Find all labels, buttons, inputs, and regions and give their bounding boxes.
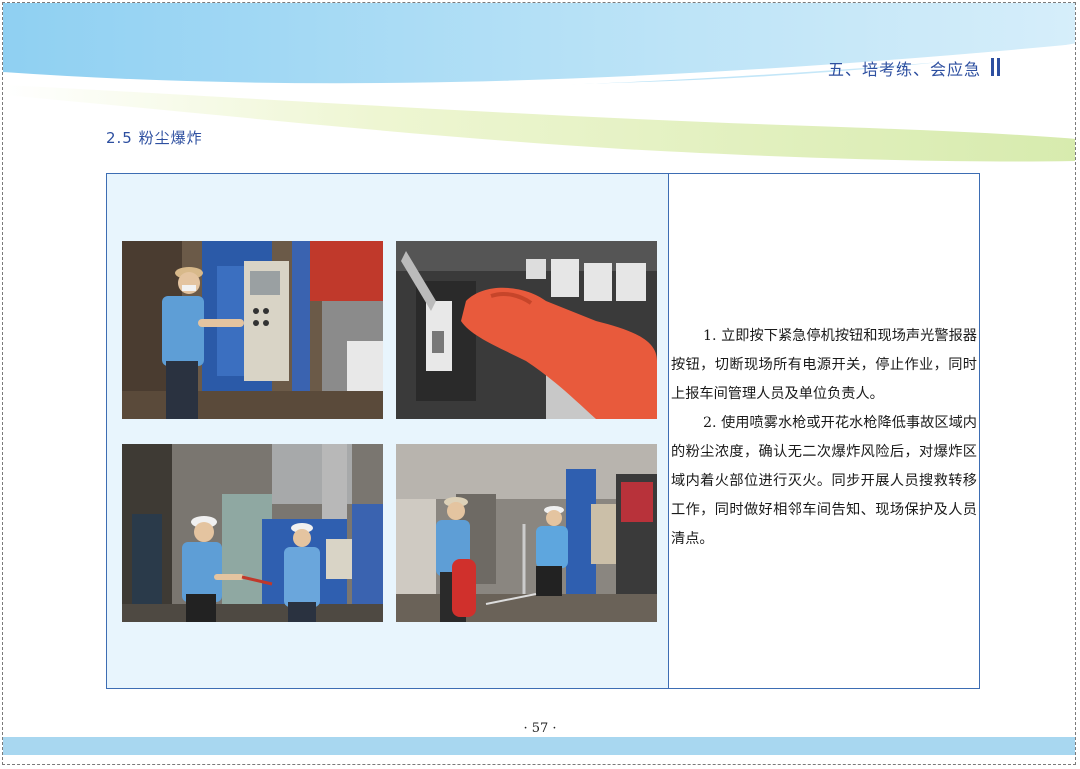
text-pane: 1. 立即按下紧急停机按钮和现场声光警报器按钮，切断现场所有电源开关，停止作业，… xyxy=(669,174,979,688)
step-item: 2. 使用喷雾水枪或开花水枪降低事故区域内的粉尘浓度，确认无二次爆炸风险后，对爆… xyxy=(671,415,977,547)
procedure-steps: 1. 立即按下紧急停机按钮和现场声光警报器按钮，切断现场所有电源开关，停止作业，… xyxy=(671,322,977,554)
page-number: · 57 · xyxy=(523,721,557,736)
photo-emergency-stop xyxy=(122,241,383,419)
footer-band xyxy=(3,737,1075,755)
photo-pane xyxy=(107,174,669,688)
section-title: 2.5 粉尘爆炸 xyxy=(106,129,203,147)
photo-spray-water xyxy=(122,444,383,622)
step-item: 1. 立即按下紧急停机按钮和现场声光警报器按钮，切断现场所有电源开关，停止作业，… xyxy=(671,328,977,402)
content-table: 1. 立即按下紧急停机按钮和现场声光警报器按钮，切断现场所有电源开关，停止作业，… xyxy=(106,173,980,689)
photo-power-cutoff xyxy=(396,241,657,419)
chapter-marker-icon xyxy=(991,58,1003,76)
photo-fire-rescue xyxy=(396,444,657,622)
page-frame: 五、培考练、会应急 2.5 粉尘爆炸 1. 立即按下紧急停机按钮和现场声光警报器… xyxy=(2,2,1076,765)
chapter-title: 五、培考练、会应急 xyxy=(827,60,981,79)
